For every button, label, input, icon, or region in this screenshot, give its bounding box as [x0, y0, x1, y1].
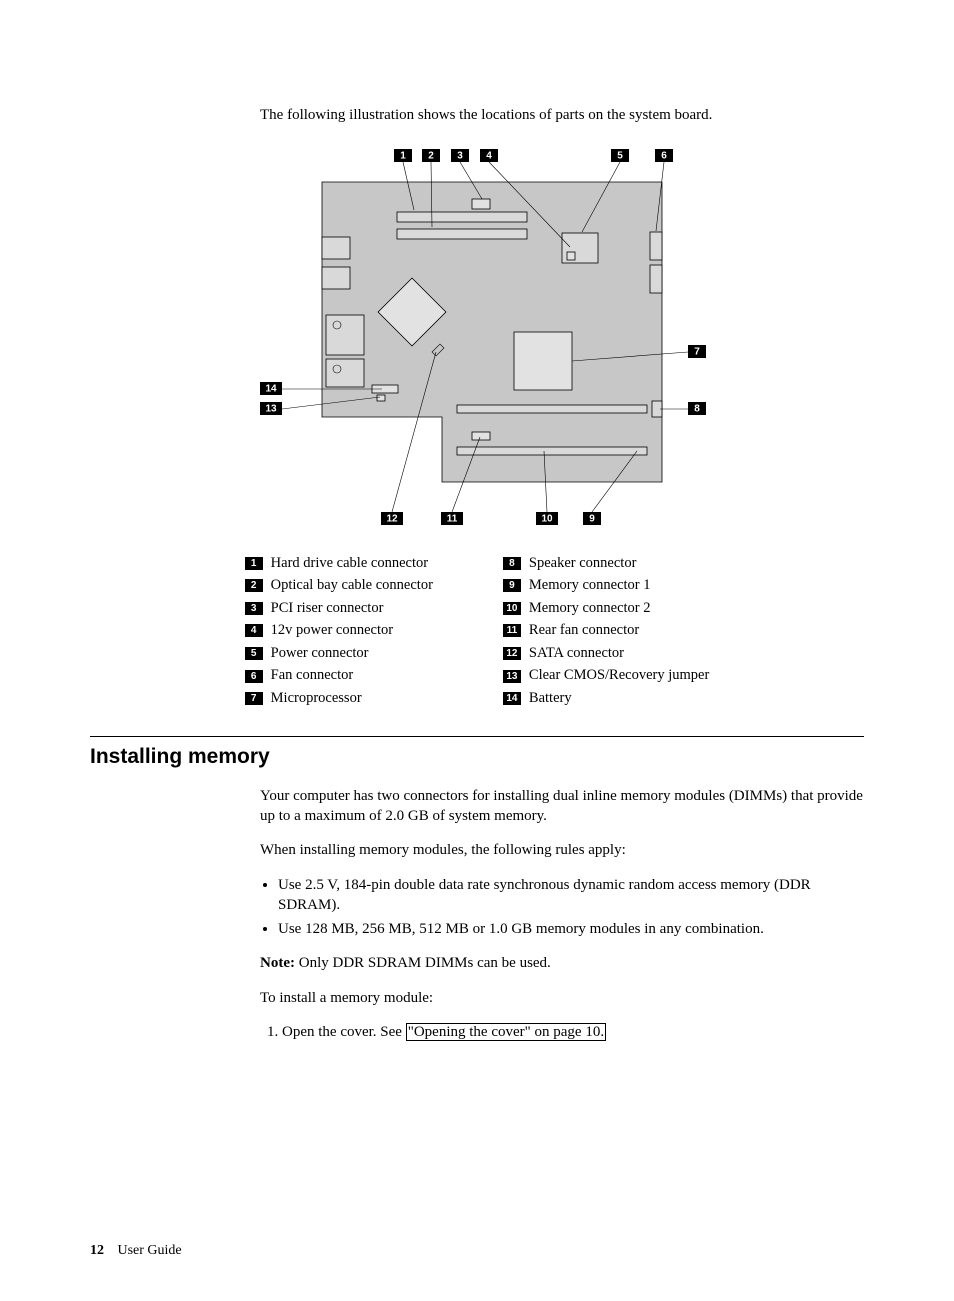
legend-item: 10Memory connector 2	[503, 599, 709, 619]
svg-text:11: 11	[447, 514, 458, 525]
legend-item: 11Rear fan connector	[503, 621, 709, 641]
parts-legend: 1Hard drive cable connector 2Optical bay…	[90, 554, 864, 709]
bullet-list: Use 2.5 V, 184-pin double data rate sync…	[260, 875, 864, 940]
system-board-diagram: 1 2 3 4 5 6 7 8 14 13 12	[90, 137, 864, 543]
legend-label: Hard drive cable connector	[271, 554, 428, 574]
svg-text:3: 3	[457, 151, 463, 162]
step-item: Open the cover. See "Opening the cover" …	[282, 1022, 864, 1042]
ordered-steps: Open the cover. See "Opening the cover" …	[260, 1022, 864, 1042]
legend-label: Rear fan connector	[529, 621, 639, 641]
svg-text:2: 2	[428, 151, 434, 162]
paragraph: When installing memory modules, the foll…	[260, 840, 864, 860]
intro-text: The following illustration shows the loc…	[260, 105, 864, 125]
svg-text:5: 5	[617, 151, 623, 162]
legend-label: Clear CMOS/Recovery jumper	[529, 666, 709, 686]
legend-item: 5Power connector	[245, 644, 433, 664]
note: Note: Only DDR SDRAM DIMMs can be used.	[260, 953, 864, 973]
cross-reference-link[interactable]: "Opening the cover" on page 10.	[406, 1023, 606, 1041]
legend-item: 9Memory connector 1	[503, 576, 709, 596]
legend-item: 2Optical bay cable connector	[245, 576, 433, 596]
svg-text:7: 7	[694, 347, 700, 358]
page-number: 12	[90, 1243, 104, 1258]
legend-label: 12v power connector	[271, 621, 393, 641]
legend-item: 8Speaker connector	[503, 554, 709, 574]
note-label: Note:	[260, 955, 295, 971]
legend-label: Battery	[529, 689, 572, 709]
svg-text:12: 12	[386, 514, 398, 525]
legend-label: Memory connector 2	[529, 599, 651, 619]
paragraph: Your computer has two connectors for ins…	[260, 786, 864, 827]
legend-item: 7Microprocessor	[245, 689, 433, 709]
page-footer: 12 User Guide	[90, 1242, 864, 1261]
note-text: Only DDR SDRAM DIMMs can be used.	[295, 955, 551, 971]
svg-text:4: 4	[486, 151, 492, 162]
legend-item: 412v power connector	[245, 621, 433, 641]
svg-text:10: 10	[541, 514, 553, 525]
legend-label: Power connector	[271, 644, 369, 664]
legend-item: 6Fan connector	[245, 666, 433, 686]
svg-text:9: 9	[589, 514, 595, 525]
svg-text:8: 8	[694, 404, 700, 415]
legend-item: 14Battery	[503, 689, 709, 709]
section-rule	[90, 736, 864, 737]
legend-item: 12SATA connector	[503, 644, 709, 664]
bullet-item: Use 2.5 V, 184-pin double data rate sync…	[278, 875, 864, 916]
legend-label: Fan connector	[271, 666, 354, 686]
legend-label: Speaker connector	[529, 554, 637, 574]
svg-text:1: 1	[400, 151, 406, 162]
legend-label: PCI riser connector	[271, 599, 384, 619]
paragraph: To install a memory module:	[260, 988, 864, 1008]
bullet-item: Use 128 MB, 256 MB, 512 MB or 1.0 GB mem…	[278, 919, 864, 939]
legend-item: 3PCI riser connector	[245, 599, 433, 619]
svg-text:6: 6	[661, 151, 667, 162]
legend-item: 1Hard drive cable connector	[245, 554, 433, 574]
legend-item: 13Clear CMOS/Recovery jumper	[503, 666, 709, 686]
section-heading: Installing memory	[90, 743, 864, 771]
legend-label: Microprocessor	[271, 689, 362, 709]
legend-label: Memory connector 1	[529, 576, 651, 596]
book-title: User Guide	[118, 1243, 182, 1258]
legend-label: SATA connector	[529, 644, 624, 664]
svg-text:13: 13	[265, 404, 277, 415]
svg-text:14: 14	[265, 384, 277, 395]
step-text: Open the cover. See	[282, 1024, 406, 1040]
legend-label: Optical bay cable connector	[271, 576, 433, 596]
